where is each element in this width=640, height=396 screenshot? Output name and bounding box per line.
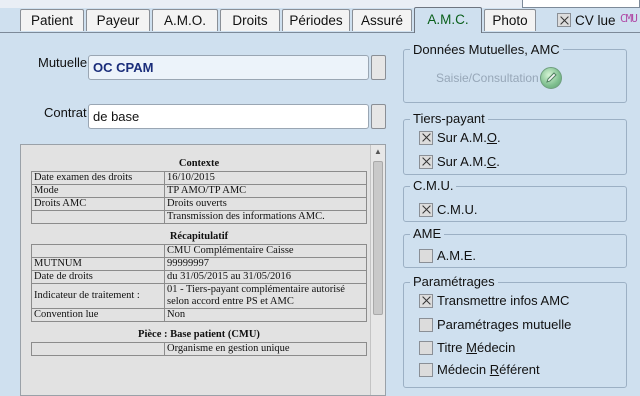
section-piece-title: Pièce : Base patient (CMU)	[138, 329, 260, 340]
titre-medecin-label: Titre Médecin	[437, 340, 516, 355]
table-cell: Date examen des droits	[31, 171, 165, 185]
tab-bar: Patient Payeur A.M.O. Droits Périodes As…	[0, 7, 640, 33]
table-cell: Droits AMC	[31, 197, 165, 211]
section-recap-title: Récapitulatif	[169, 231, 229, 242]
cmu-checkbox[interactable]: C.M.U.	[419, 202, 477, 217]
parametrages-mutuelle-checkbox[interactable]: Paramétrages mutuelle	[419, 317, 571, 332]
table-cell: Transmission des informations AMC.	[164, 210, 367, 224]
table-cell: du 31/05/2015 au 31/05/2016	[164, 270, 367, 284]
mutuelle-label: Mutuelle	[38, 55, 88, 70]
section-contexte-title: Contexte	[178, 158, 220, 169]
table-cell: MUTNUM	[31, 257, 165, 271]
table-cell: Droits ouverts	[164, 197, 367, 211]
table-row: Mode TP AMO/TP AMC	[31, 184, 367, 198]
table-cell: Indicateur de traitement :	[31, 283, 165, 309]
table-cell: Date de droits	[31, 270, 165, 284]
table-row: Organisme en gestion unique	[31, 342, 367, 356]
ame-checkbox[interactable]: A.M.E.	[419, 248, 476, 263]
table-cell: Mode	[31, 184, 165, 198]
table-cell	[31, 244, 165, 258]
piece-table: Organisme en gestion unique	[31, 342, 367, 356]
table-row: Date examen des droits 16/10/2015	[31, 171, 367, 185]
checkbox-checked-icon	[419, 293, 433, 308]
tab-assure[interactable]: Assuré	[352, 9, 412, 31]
donnees-mutuelles-title: Données Mutuelles, AMC	[410, 42, 563, 57]
checkbox-checked-icon	[419, 154, 433, 169]
table-cell: TP AMO/TP AMC	[164, 184, 367, 198]
tab-photo[interactable]: Photo	[484, 9, 536, 31]
vertical-scrollbar[interactable]: ▲	[370, 145, 385, 395]
pencil-icon	[546, 72, 557, 83]
checkbox-empty-icon	[419, 362, 433, 377]
table-cell: Non	[164, 308, 367, 322]
ame-title: AME	[410, 226, 445, 241]
titre-medecin-checkbox[interactable]: Titre Médecin	[419, 340, 515, 355]
contrat-field[interactable]: de base	[88, 104, 369, 129]
contrat-dropdown-button[interactable]	[371, 104, 386, 129]
sur-amo-checkbox[interactable]: Sur A.M.O.	[419, 130, 501, 145]
cv-lue-label: CV lue	[575, 12, 616, 28]
table-row: Date de droits du 31/05/2015 au 31/05/201…	[31, 270, 367, 284]
checkbox-empty-icon	[419, 317, 433, 332]
recap-table: CMU Complémentaire Caisse MUTNUM 99999997…	[31, 244, 367, 322]
mutuelle-dropdown-button[interactable]	[371, 55, 386, 80]
table-cell	[31, 210, 165, 224]
cmu-tag: CMU	[620, 12, 638, 25]
table-cell: Organisme en gestion unique	[164, 342, 367, 356]
table-cell: CMU Complémentaire Caisse	[164, 244, 367, 258]
tab-droits[interactable]: Droits	[220, 9, 280, 31]
transmettre-infos-amc-label: Transmettre infos AMC	[437, 293, 570, 308]
mutuelle-field[interactable]: OC CPAM	[88, 55, 369, 80]
medecin-referent-label: Médecin Référent	[437, 362, 540, 377]
checkbox-checked-icon	[557, 13, 571, 27]
tab-patient[interactable]: Patient	[20, 9, 84, 31]
table-cell: 99999997	[164, 257, 367, 271]
mutuelle-value: OC CPAM	[93, 60, 154, 75]
contrat-label: Contrat	[44, 105, 87, 120]
tiers-payant-title: Tiers-payant	[410, 111, 488, 126]
saisie-consultation-icon[interactable]	[540, 67, 562, 89]
document-content: Contexte Date examen des droits 16/10/201…	[31, 151, 367, 356]
sur-amc-checkbox[interactable]: Sur A.M.C.	[419, 154, 500, 169]
table-cell: Convention lue	[31, 308, 165, 322]
contrat-value: de base	[93, 109, 140, 124]
cmu-title: C.M.U.	[410, 178, 457, 193]
table-row: Indicateur de traitement :01 - Tiers-pay…	[31, 283, 367, 309]
checkbox-empty-icon	[419, 248, 433, 263]
document-viewer[interactable]: Contexte Date examen des droits 16/10/201…	[20, 144, 386, 396]
scroll-thumb[interactable]	[373, 161, 383, 315]
parametrages-mutuelle-label: Paramétrages mutuelle	[437, 317, 572, 332]
sur-amo-label: Sur A.M.O.	[437, 130, 501, 145]
cmu-label: C.M.U.	[437, 202, 478, 217]
saisie-consultation-button[interactable]: Saisie/Consultation	[436, 71, 539, 85]
table-cell: 01 - Tiers-payant complémentaire autoris…	[164, 283, 367, 309]
parametrages-title: Paramétrages	[410, 274, 498, 289]
tab-periodes[interactable]: Périodes	[282, 9, 350, 31]
table-row: Convention lue Non	[31, 308, 367, 322]
table-row: CMU Complémentaire Caisse	[31, 244, 367, 258]
cv-lue-checkbox[interactable]: CV lue	[557, 11, 616, 29]
checkbox-checked-icon	[419, 130, 433, 145]
checkbox-empty-icon	[419, 340, 433, 355]
tab-amo[interactable]: A.M.O.	[152, 9, 218, 31]
table-row: MUTNUM 99999997	[31, 257, 367, 271]
tab-amc[interactable]: A.M.C.	[414, 7, 482, 33]
table-row: Transmission des informations AMC.	[31, 210, 367, 224]
ame-label: A.M.E.	[437, 248, 477, 263]
tab-payeur[interactable]: Payeur	[86, 9, 150, 31]
scroll-up-icon[interactable]: ▲	[371, 145, 385, 159]
table-cell	[31, 342, 165, 356]
transmettre-infos-amc-checkbox[interactable]: Transmettre infos AMC	[419, 293, 569, 308]
tab-underline	[0, 32, 640, 33]
sur-amc-label: Sur A.M.C.	[437, 154, 500, 169]
medecin-referent-checkbox[interactable]: Médecin Référent	[419, 362, 540, 377]
contexte-table: Date examen des droits 16/10/2015 Mode TP …	[31, 171, 367, 224]
table-row: Droits AMC Droits ouverts	[31, 197, 367, 211]
table-cell: 16/10/2015	[164, 171, 367, 185]
top-selector[interactable]	[522, 0, 640, 8]
checkbox-checked-icon	[419, 202, 433, 217]
